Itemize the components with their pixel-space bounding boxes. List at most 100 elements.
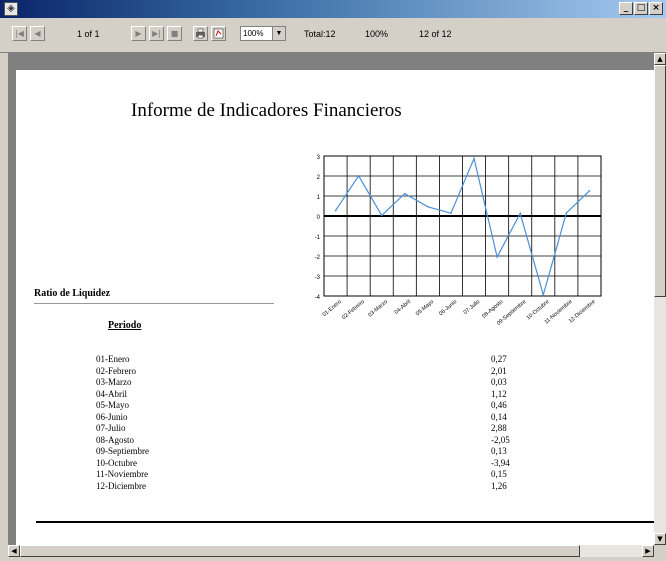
value-cell: 0,46 bbox=[491, 400, 507, 410]
data-point bbox=[357, 175, 360, 177]
value-cell: 0,03 bbox=[491, 377, 507, 387]
x-tick-label: 08-Agosto bbox=[481, 299, 504, 320]
scrollbar-corner bbox=[654, 545, 666, 561]
close-button[interactable]: × bbox=[649, 2, 663, 15]
period-column-header: Periodo bbox=[108, 320, 142, 331]
section-divider bbox=[34, 303, 274, 304]
y-tick-label: -3 bbox=[315, 275, 321, 281]
x-tick-label: 04-Abril bbox=[394, 299, 412, 316]
zoom-select[interactable]: 100% ▼ bbox=[240, 26, 286, 41]
data-rows: 01-Enero 0,27 02-Febrero 2,01 03-Marzo 0,03 04… bbox=[96, 354, 526, 492]
previous-page-button[interactable]: ◀ bbox=[30, 26, 45, 41]
table-row: 03-Marzo 0,03 bbox=[96, 377, 526, 389]
export-icon bbox=[213, 28, 224, 39]
data-point bbox=[519, 212, 522, 215]
data-point bbox=[542, 294, 545, 296]
x-tick-label: 03-Marzo bbox=[367, 299, 389, 319]
y-tick-label: 2 bbox=[317, 175, 321, 181]
table-row: 10-Octubre -3,94 bbox=[96, 458, 526, 470]
x-tick-label: 07-Julio bbox=[463, 299, 482, 316]
table-row: 06-Junio 0,14 bbox=[96, 412, 526, 424]
value-cell: -2,05 bbox=[491, 434, 510, 445]
period-cell: 10-Octubre bbox=[96, 457, 137, 468]
report-viewport: Informe de Indicadores Financieros 3 2 10-… bbox=[8, 53, 656, 545]
value-cell: -3,94 bbox=[491, 457, 510, 468]
value-cell: 0,14 bbox=[491, 411, 507, 422]
value-cell: 0,13 bbox=[491, 446, 507, 456]
next-page-button[interactable]: ▶ bbox=[131, 26, 146, 41]
period-cell: 01-Enero bbox=[96, 354, 130, 364]
title-bar: ◈ _ □ × bbox=[0, 0, 666, 18]
value-cell: 1,12 bbox=[491, 388, 507, 399]
y-tick-label: -1 bbox=[315, 235, 321, 241]
value-cell: 2,88 bbox=[491, 423, 507, 433]
vertical-scrollbar[interactable]: ▲ ▼ bbox=[654, 53, 666, 545]
app-icon: ◈ bbox=[4, 2, 18, 16]
value-cell: 1,26 bbox=[491, 480, 507, 491]
percent-label: 100% bbox=[365, 29, 389, 39]
x-tick-label: 05-Mayo bbox=[415, 299, 435, 317]
maximize-button[interactable]: □ bbox=[634, 2, 648, 15]
y-tick-label: 3 bbox=[317, 155, 321, 161]
data-point bbox=[334, 209, 337, 212]
data-point bbox=[427, 206, 429, 208]
data-point bbox=[380, 214, 383, 217]
window-controls: _ □ × bbox=[619, 2, 663, 15]
table-row: 05-Mayo 0,46 bbox=[96, 400, 526, 412]
report-page: Informe de Indicadores Financieros 3 2 10-… bbox=[16, 70, 656, 545]
print-button[interactable] bbox=[193, 26, 208, 41]
left-frame bbox=[0, 53, 8, 561]
scroll-down-button[interactable]: ▼ bbox=[654, 533, 666, 545]
report-toolbar: |◀ ◀ 1 of 1 ▶ ▶| ■ 100% ▼ Total:12 100% … bbox=[0, 18, 666, 53]
horizontal-scroll-thumb[interactable] bbox=[20, 545, 580, 557]
period-cell: 09-Septiembre bbox=[96, 446, 149, 456]
period-cell: 06-Junio bbox=[96, 411, 128, 422]
period-cell: 11-Noviembre bbox=[96, 469, 149, 479]
x-tick-label: 01-Enero bbox=[322, 299, 343, 318]
period-cell: 07-Julio bbox=[96, 423, 126, 433]
period-cell: 04-Abril bbox=[96, 388, 127, 399]
data-point bbox=[496, 256, 498, 258]
table-row: 07-Julio 2,88 bbox=[96, 423, 526, 435]
last-page-button[interactable]: ▶| bbox=[149, 26, 164, 41]
total-records-label: Total:12 bbox=[304, 29, 336, 39]
y-tick-label: -4 bbox=[315, 295, 321, 301]
chevron-down-icon[interactable]: ▼ bbox=[272, 27, 285, 40]
table-row: 04-Abril 1,12 bbox=[96, 389, 526, 401]
table-row: 12-Diciembre 1,26 bbox=[96, 481, 526, 493]
period-cell: 03-Marzo bbox=[96, 377, 132, 387]
period-cell: 02-Febrero bbox=[96, 365, 136, 376]
vertical-scroll-thumb[interactable] bbox=[654, 65, 666, 297]
period-cell: 05-Mayo bbox=[96, 400, 129, 410]
first-page-button[interactable]: |◀ bbox=[12, 26, 27, 41]
data-point bbox=[450, 212, 452, 214]
data-point bbox=[565, 212, 568, 214]
table-row: 08-Agosto -2,05 bbox=[96, 435, 526, 447]
table-row: 11-Noviembre 0,15 bbox=[96, 469, 526, 481]
data-point bbox=[588, 190, 591, 192]
report-title: Informe de Indicadores Financieros bbox=[131, 100, 402, 121]
data-point bbox=[473, 157, 475, 160]
table-row: 02-Febrero 2,01 bbox=[96, 366, 526, 378]
minimize-button[interactable]: _ bbox=[619, 2, 633, 15]
table-row: 01-Enero 0,27 bbox=[96, 354, 526, 366]
value-cell: 0,27 bbox=[491, 354, 507, 364]
x-tick-label: 02-Febrero bbox=[341, 299, 366, 321]
scroll-right-button[interactable]: ▶ bbox=[642, 545, 654, 557]
x-tick-label: 06-Junio bbox=[438, 299, 458, 317]
printer-icon bbox=[196, 28, 205, 39]
zoom-value: 100% bbox=[243, 29, 264, 38]
period-cell: 12-Diciembre bbox=[96, 480, 146, 491]
horizontal-scrollbar[interactable]: ◀ ▶ bbox=[8, 545, 654, 557]
section-title: Ratio de Liquidez bbox=[34, 288, 111, 299]
period-cell: 08-Agosto bbox=[96, 434, 134, 445]
value-cell: 0,15 bbox=[491, 469, 507, 479]
export-button[interactable] bbox=[211, 26, 226, 41]
scroll-left-button[interactable]: ◀ bbox=[8, 545, 20, 557]
value-cell: 2,01 bbox=[491, 365, 507, 376]
scroll-up-button[interactable]: ▲ bbox=[654, 53, 666, 65]
data-point bbox=[403, 192, 406, 195]
records-count-label: 12 of 12 bbox=[419, 29, 452, 39]
bottom-divider bbox=[36, 521, 656, 523]
stop-button[interactable]: ■ bbox=[167, 26, 182, 41]
